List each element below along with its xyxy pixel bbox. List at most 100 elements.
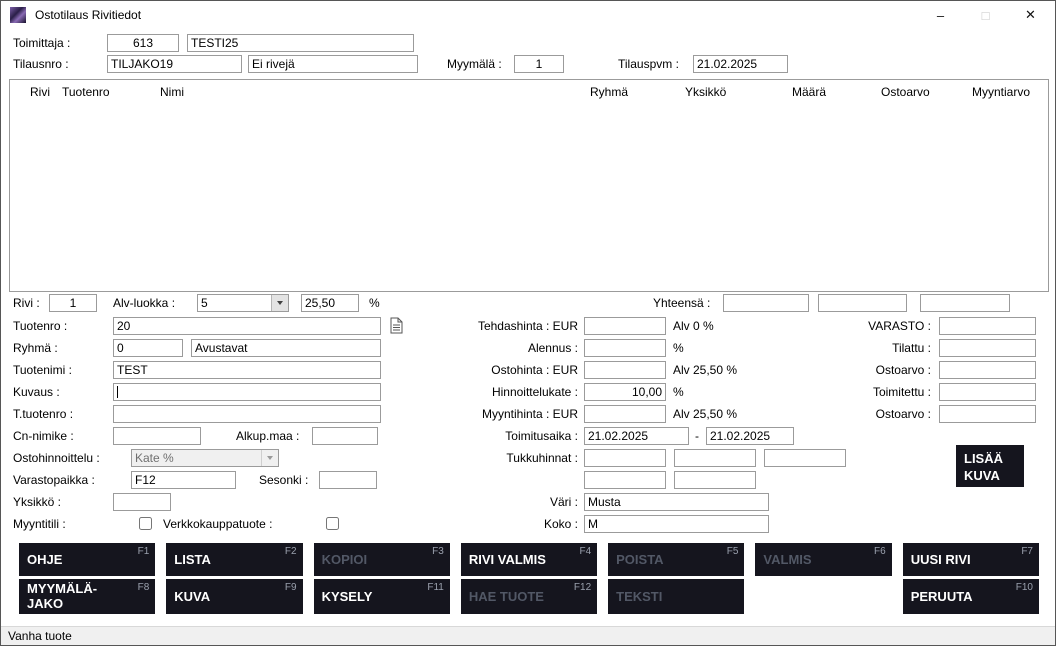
toimittaja-name-field[interactable] bbox=[187, 34, 414, 52]
toimitusaika-to-field[interactable] bbox=[706, 427, 794, 445]
t-tuotenro-label: T.tuotenro : bbox=[13, 405, 73, 423]
fkey-label: F6 bbox=[874, 546, 886, 557]
alennus-suffix: % bbox=[673, 339, 684, 357]
col-header-maara: Määrä bbox=[792, 85, 826, 99]
maximize-icon: □ bbox=[963, 1, 1008, 29]
vari-label: Väri : bbox=[401, 493, 578, 511]
lista-button[interactable]: LISTA F2 bbox=[166, 543, 302, 576]
tilattu-label: Tilattu : bbox=[801, 339, 931, 357]
ryhma-name-field[interactable] bbox=[191, 339, 381, 357]
tuotenro-label: Tuotenro : bbox=[13, 317, 67, 335]
fkey-label: F11 bbox=[427, 582, 444, 593]
app-window: Ostotilaus Rivitiedot – □ ✕ Toimittaja :… bbox=[0, 0, 1056, 646]
alv-luokka-select[interactable]: 5 bbox=[197, 294, 289, 312]
myyntitili-checkbox[interactable] bbox=[139, 517, 152, 530]
uusi-rivi-button[interactable]: UUSI RIVI F7 bbox=[903, 543, 1039, 576]
ostoarvo-tilattu-label: Ostoarvo : bbox=[801, 361, 931, 379]
toimitusaika-separator: - bbox=[695, 427, 699, 445]
minimize-icon[interactable]: – bbox=[918, 1, 963, 29]
tilausnro-field[interactable] bbox=[107, 55, 242, 73]
koko-field[interactable] bbox=[584, 515, 769, 533]
alv-luokka-value: 5 bbox=[198, 295, 271, 311]
koko-label: Koko : bbox=[401, 515, 578, 533]
alennus-field[interactable] bbox=[584, 339, 666, 357]
close-icon[interactable]: ✕ bbox=[1008, 1, 1053, 29]
rivi-field[interactable] bbox=[49, 294, 97, 312]
fkey-label: F2 bbox=[285, 546, 297, 557]
window-controls: – □ ✕ bbox=[918, 1, 1053, 29]
tilauspvm-field[interactable] bbox=[693, 55, 788, 73]
col-header-yksikko: Yksikkö bbox=[685, 85, 726, 99]
toimitusaika-from-field[interactable] bbox=[584, 427, 689, 445]
tilausnro-label: Tilausnro : bbox=[13, 55, 69, 73]
col-header-rivi: Rivi bbox=[30, 85, 50, 99]
poista-button: POISTA F5 bbox=[608, 543, 744, 576]
verkkokauppatuote-checkbox[interactable] bbox=[326, 517, 339, 530]
tuotenro-field[interactable] bbox=[113, 317, 381, 335]
alennus-label: Alennus : bbox=[401, 339, 578, 357]
vari-field[interactable] bbox=[584, 493, 769, 511]
hinnoittelukate-label: Hinnoittelukate : bbox=[401, 383, 578, 401]
toimitusaika-label: Toimitusaika : bbox=[401, 427, 578, 445]
tukkuhinta-field-4[interactable] bbox=[584, 471, 666, 489]
tuotenimi-field[interactable] bbox=[113, 361, 381, 379]
peruuta-button[interactable]: PERUUTA F10 bbox=[903, 579, 1039, 614]
myymala-jako-button[interactable]: MYYMÄLÄ-JAKO F8 bbox=[19, 579, 155, 614]
lisaa-kuva-button[interactable]: LISÄÄ KUVA bbox=[956, 445, 1024, 487]
cn-nimike-label: Cn-nimike : bbox=[13, 427, 74, 445]
lisaa-kuva-line2: KUVA bbox=[964, 468, 1000, 483]
col-header-nimi: Nimi bbox=[160, 85, 184, 99]
ryhma-label: Ryhmä : bbox=[13, 339, 58, 357]
chevron-down-icon[interactable] bbox=[271, 295, 288, 311]
fkey-label: F1 bbox=[138, 546, 150, 557]
ohje-button[interactable]: OHJE F1 bbox=[19, 543, 155, 576]
app-icon bbox=[10, 7, 26, 23]
fkey-label: F3 bbox=[432, 546, 444, 557]
varasto-label: VARASTO : bbox=[801, 317, 931, 335]
cn-nimike-field[interactable] bbox=[113, 427, 201, 445]
ostoarvo-tilattu-field bbox=[939, 361, 1036, 379]
tukkuhinta-field-3[interactable] bbox=[764, 449, 846, 467]
myyntihinta-field[interactable] bbox=[584, 405, 666, 423]
rivi-valmis-button[interactable]: RIVI VALMIS F4 bbox=[461, 543, 597, 576]
text-caret bbox=[117, 386, 118, 398]
yksikko-field[interactable] bbox=[113, 493, 171, 511]
fkey-label: F4 bbox=[579, 546, 591, 557]
hinnoittelukate-suffix: % bbox=[673, 383, 684, 401]
window-title: Ostotilaus Rivitiedot bbox=[35, 8, 141, 22]
myymala-field[interactable] bbox=[514, 55, 564, 73]
ostohinta-suffix: Alv 25,50 % bbox=[673, 361, 737, 379]
tilattu-field bbox=[939, 339, 1036, 357]
col-header-ryhma: Ryhmä bbox=[590, 85, 628, 99]
toimittaja-label: Toimittaja : bbox=[13, 34, 70, 52]
ryhma-code-field[interactable] bbox=[113, 339, 183, 357]
tukkuhinta-field-1[interactable] bbox=[584, 449, 666, 467]
tukkuhinnat-label: Tukkuhinnat : bbox=[401, 449, 578, 467]
tukkuhinta-field-2[interactable] bbox=[674, 449, 756, 467]
varastopaikka-field[interactable] bbox=[131, 471, 236, 489]
ostohinta-label: Ostohinta : EUR bbox=[401, 361, 578, 379]
teksti-button: TEKSTI bbox=[608, 579, 744, 614]
hae-tuote-button: HAE TUOTE F12 bbox=[461, 579, 597, 614]
lisaa-kuva-line1: LISÄÄ bbox=[964, 451, 1003, 466]
toimittaja-code-field[interactable] bbox=[107, 34, 179, 52]
hinnoittelukate-field[interactable] bbox=[584, 383, 666, 401]
sesonki-field[interactable] bbox=[319, 471, 377, 489]
varastopaikka-label: Varastopaikka : bbox=[13, 471, 95, 489]
fkey-label: F10 bbox=[1016, 582, 1033, 593]
t-tuotenro-field[interactable] bbox=[113, 405, 381, 423]
kysely-button[interactable]: KYSELY F11 bbox=[314, 579, 450, 614]
varasto-field bbox=[939, 317, 1036, 335]
kuvaus-field[interactable] bbox=[113, 383, 381, 401]
fkey-label: F9 bbox=[285, 582, 297, 593]
yksikko-label: Yksikkö : bbox=[13, 493, 61, 511]
alkup-maa-field[interactable] bbox=[312, 427, 378, 445]
tehdashinta-field[interactable] bbox=[584, 317, 666, 335]
ostohinta-field[interactable] bbox=[584, 361, 666, 379]
alv-pct-field[interactable] bbox=[301, 294, 359, 312]
order-lines-table[interactable]: Rivi Tuotenro Nimi Ryhmä Yksikkö Määrä O… bbox=[9, 79, 1049, 292]
kuva-button[interactable]: KUVA F9 bbox=[166, 579, 302, 614]
kopioi-button: KOPIOI F3 bbox=[314, 543, 450, 576]
alv-pct-sign: % bbox=[369, 294, 380, 312]
tukkuhinta-field-5[interactable] bbox=[674, 471, 756, 489]
